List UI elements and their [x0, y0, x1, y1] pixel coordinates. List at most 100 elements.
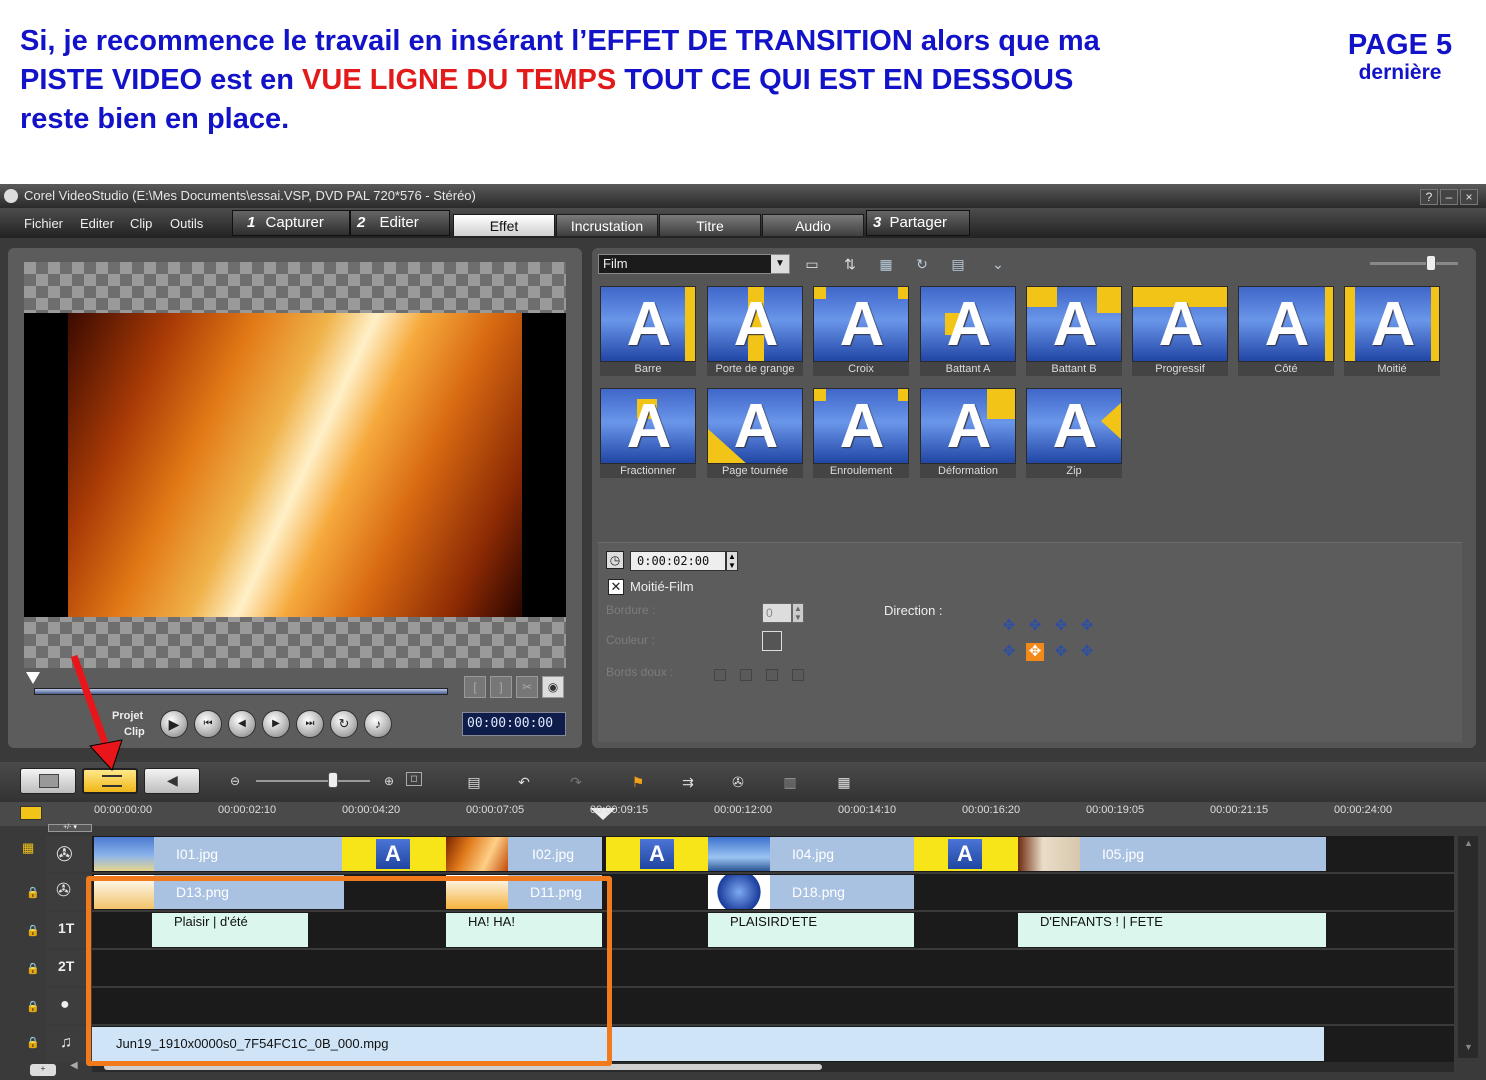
transition-thumb[interactable]: A Croix	[813, 286, 909, 376]
menu-editer[interactable]: Editer	[80, 216, 114, 231]
soft-edge-strong-icon[interactable]	[792, 669, 804, 681]
add-favorite-icon[interactable]: ▤	[944, 250, 972, 278]
transition-thumb[interactable]: A Zip	[1026, 388, 1122, 478]
play-icon[interactable]: ▶	[160, 710, 188, 738]
close-button[interactable]: ×	[1460, 189, 1478, 205]
duration-stepper[interactable]: ▲ ▼	[726, 551, 738, 571]
mark-in-icon[interactable]: [	[464, 676, 486, 698]
redo-icon[interactable]: ↷	[562, 768, 590, 796]
direction-icon[interactable]: ✥	[1026, 617, 1044, 635]
scroll-down-icon[interactable]: ▼	[1464, 1042, 1473, 1052]
minimize-button[interactable]: –	[1440, 189, 1458, 205]
lock-icon[interactable]: 🔒	[26, 1036, 40, 1049]
category-dropdown[interactable]: Film ▼	[598, 254, 790, 274]
transition-clip[interactable]: A	[606, 837, 708, 871]
lock-icon[interactable]: 🔒	[26, 924, 40, 937]
tab-audio[interactable]: Audio	[762, 214, 864, 236]
transition-thumb[interactable]: A Enroulement	[813, 388, 909, 478]
overlay-clip[interactable]: D18.png	[770, 875, 914, 909]
zoom-out-icon[interactable]: ⊖	[230, 774, 240, 788]
previous-frame-icon[interactable]: ◀	[228, 710, 256, 738]
duration-field[interactable]: 0:00:02:00	[630, 551, 726, 571]
expand-icon[interactable]: ⌄	[984, 250, 1012, 278]
mark-out-icon[interactable]: ]	[490, 676, 512, 698]
timecode-display[interactable]: 00:00:00:00	[462, 712, 566, 736]
scrubber-marker-icon[interactable]	[26, 672, 40, 684]
clip-thumbnail[interactable]	[94, 837, 154, 871]
video-clip[interactable]: I01.jpg	[154, 837, 342, 871]
audio-mixer-icon[interactable]: ▥	[776, 768, 804, 796]
snapshot-icon[interactable]: ◉	[542, 676, 564, 698]
menu-outils[interactable]: Outils	[170, 216, 203, 231]
scroll-left-icon[interactable]: ◀	[70, 1060, 78, 1071]
menu-clip[interactable]: Clip	[130, 216, 152, 231]
sort-icon[interactable]: ⇅	[836, 250, 864, 278]
transition-thumb[interactable]: A Porte de grange	[707, 286, 803, 376]
transition-thumb[interactable]: A Barre	[600, 286, 696, 376]
apply-favorite-icon[interactable]: ↻	[908, 250, 936, 278]
clip-thumbnail[interactable]	[708, 837, 770, 871]
transition-thumb[interactable]: A Fractionner	[600, 388, 696, 478]
border-stepper[interactable]: ▲ ▼	[792, 603, 804, 623]
moitie-film-checkbox[interactable]: ✕	[608, 579, 624, 595]
track-manager-icon[interactable]: ▦	[830, 768, 858, 796]
direction-icon[interactable]: ✥	[1078, 643, 1096, 661]
timeline-zoom-slider[interactable]	[256, 780, 370, 782]
help-button[interactable]: ?	[1420, 189, 1438, 205]
video-clip[interactable]: I04.jpg	[770, 837, 914, 871]
next-frame-icon[interactable]: ▶	[262, 710, 290, 738]
direction-icon[interactable]: ✥	[1052, 643, 1070, 661]
step-partager[interactable]: 3 Partager	[866, 210, 970, 236]
direction-icon[interactable]: ✥	[1052, 617, 1070, 635]
soft-edge-medium-icon[interactable]	[766, 669, 778, 681]
track-manager-icon[interactable]: ▦	[22, 840, 42, 858]
transition-thumb[interactable]: A Battant B	[1026, 286, 1122, 376]
soft-edge-none-icon[interactable]	[714, 669, 726, 681]
step-capturer[interactable]: 1 Capturer	[232, 210, 350, 236]
timeline-zoom-thumb[interactable]	[328, 772, 338, 788]
title-clip[interactable]: PLAISIRD'ETE	[708, 913, 914, 947]
scissors-icon[interactable]: ✂	[516, 676, 538, 698]
undo-icon[interactable]: ↶	[510, 768, 538, 796]
transition-clip[interactable]: A	[914, 837, 1018, 871]
transition-clip[interactable]: A	[342, 837, 446, 871]
clip-thumbnail[interactable]	[446, 837, 508, 871]
zoom-slider-thumb[interactable]	[1426, 255, 1436, 271]
track-expand-toggle[interactable]: +/- ▾	[48, 824, 92, 832]
tab-titre[interactable]: Titre	[659, 214, 761, 236]
zoom-in-icon[interactable]: ⊕	[384, 774, 394, 788]
go-to-start-icon[interactable]: ⏮	[194, 710, 222, 738]
video-clip[interactable]: I02.jpg	[508, 837, 602, 871]
direction-icon[interactable]: ✥	[1078, 617, 1096, 635]
go-to-end-icon[interactable]: ⏭	[296, 710, 324, 738]
lock-icon[interactable]: 🔒	[26, 886, 40, 899]
volume-icon[interactable]: ♪	[364, 710, 392, 738]
library-manager-icon[interactable]: ▦	[872, 250, 900, 278]
transition-thumb[interactable]: A Page tournée	[707, 388, 803, 478]
video-clip[interactable]: I05.jpg	[1080, 837, 1326, 871]
insert-media-icon[interactable]: ▤	[460, 768, 488, 796]
direction-icon-selected[interactable]: ✥	[1026, 643, 1044, 661]
step-editer[interactable]: 2 Editer	[350, 210, 450, 236]
repeat-icon[interactable]: ↻	[330, 710, 358, 738]
audio-view-button[interactable]: ◀	[144, 768, 200, 794]
title-clip[interactable]: D'ENFANTS ! | FETE	[1018, 913, 1326, 947]
zoom-slider[interactable]	[1370, 262, 1458, 265]
smart-proxy-icon[interactable]: ⚑	[624, 768, 652, 796]
transition-thumb[interactable]: A Moitié	[1344, 286, 1440, 376]
transition-thumb[interactable]: A Progressif	[1132, 286, 1228, 376]
fit-project-icon[interactable]: ◻	[406, 772, 422, 786]
direction-icon[interactable]: ✥	[1000, 643, 1018, 661]
transition-thumb[interactable]: A Battant A	[920, 286, 1016, 376]
border-field[interactable]: 0	[762, 603, 792, 623]
direction-icon[interactable]: ✥	[1000, 617, 1018, 635]
vertical-scrollbar[interactable]: ▲ ▼	[1458, 836, 1478, 1058]
lock-icon[interactable]: 🔒	[26, 962, 40, 975]
lock-icon[interactable]: 🔒	[26, 1000, 40, 1013]
ruler-menu-icon[interactable]	[20, 806, 42, 820]
transition-thumb[interactable]: A Côté	[1238, 286, 1334, 376]
color-swatch[interactable]	[762, 631, 782, 651]
folder-icon[interactable]: ▭	[798, 250, 826, 278]
track-options-icon[interactable]: +	[30, 1064, 56, 1076]
tab-incrustation[interactable]: Incrustation	[556, 214, 658, 236]
